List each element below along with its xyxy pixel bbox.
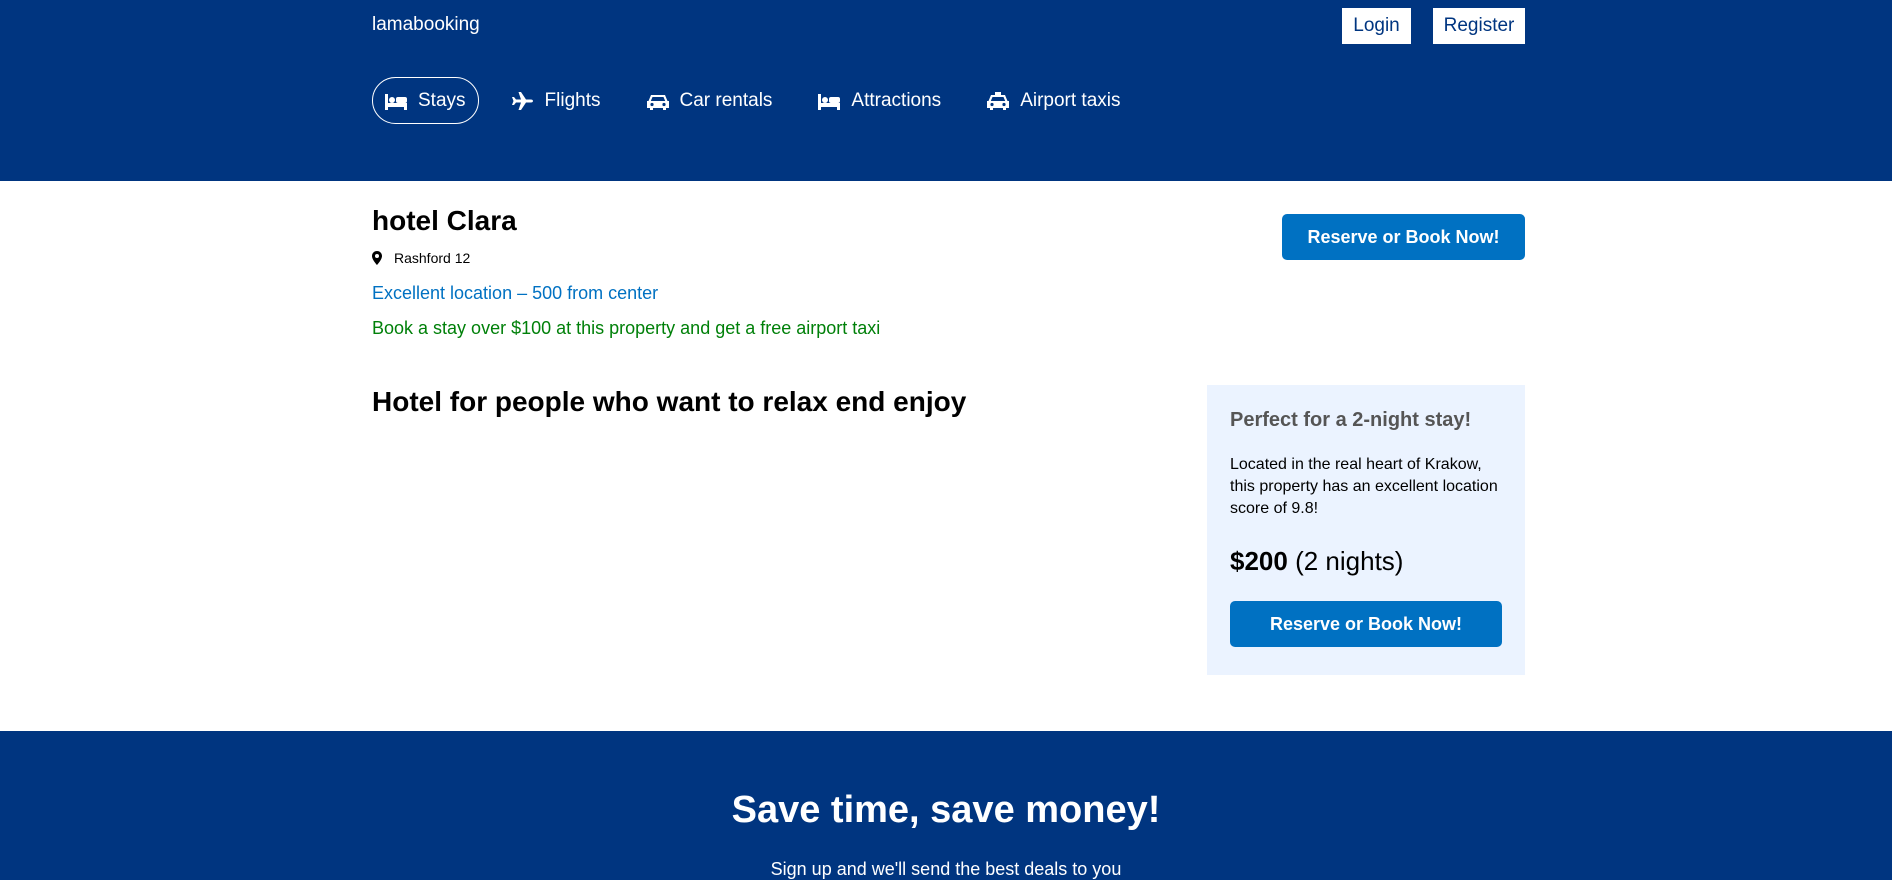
mail-list-section: Save time, save money! Sign up and we'll…	[0, 731, 1892, 880]
tab-label: Flights	[544, 89, 601, 111]
tab-car-rentals[interactable]: Car rentals	[634, 77, 786, 124]
tab-label: Stays	[418, 89, 466, 111]
nav-tabs: Stays Flights Car rentals Attractions Ai…	[372, 77, 1154, 124]
price-amount: $200	[1230, 546, 1288, 576]
car-icon	[646, 94, 669, 110]
reserve-button[interactable]: Reserve or Book Now!	[1282, 214, 1525, 260]
address-text: Rashford 12	[394, 250, 471, 266]
hotel-title: hotel Clara	[372, 205, 517, 236]
login-button[interactable]: Login	[1342, 8, 1411, 44]
price-line: $200 (2 nights)	[1230, 546, 1502, 577]
tab-stays[interactable]: Stays	[372, 77, 479, 124]
hotel-distance: Excellent location – 500 from center	[372, 283, 659, 303]
tab-airport-taxis[interactable]: Airport taxis	[974, 77, 1133, 124]
mail-list-subtitle: Sign up and we'll send the best deals to…	[770, 859, 1122, 879]
hotel-description-title: Hotel for people who want to relax end e…	[372, 386, 967, 417]
price-box-reserve-button[interactable]: Reserve or Book Now!	[1230, 601, 1502, 647]
price-highlight: Book a stay over $100 at this property a…	[372, 318, 881, 338]
bed-icon	[385, 93, 407, 110]
price-box-text: Located in the real heart of Krakow, thi…	[1230, 456, 1498, 517]
price-box-title: Perfect for a 2-night stay!	[1230, 409, 1472, 431]
tab-label: Attractions	[851, 89, 942, 111]
price-box: Perfect for a 2-night stay! Located in t…	[1207, 385, 1525, 675]
tab-flights[interactable]: Flights	[499, 77, 614, 124]
mail-list-title: Save time, save money!	[731, 789, 1161, 831]
tab-label: Car rentals	[679, 89, 773, 111]
location-pin-icon	[372, 251, 382, 265]
register-button[interactable]: Register	[1433, 8, 1525, 44]
price-nights: (2 nights)	[1295, 546, 1404, 576]
taxi-icon	[987, 91, 1010, 110]
plane-icon	[511, 91, 533, 110]
bed-icon	[818, 93, 841, 110]
tab-label: Airport taxis	[1020, 89, 1121, 111]
logo[interactable]: lamabooking	[372, 14, 480, 36]
navbar: lamabooking Login Register Stays Flights…	[0, 0, 1892, 181]
hotel-address: Rashford 12	[372, 250, 470, 266]
tab-attractions[interactable]: Attractions	[805, 77, 954, 124]
